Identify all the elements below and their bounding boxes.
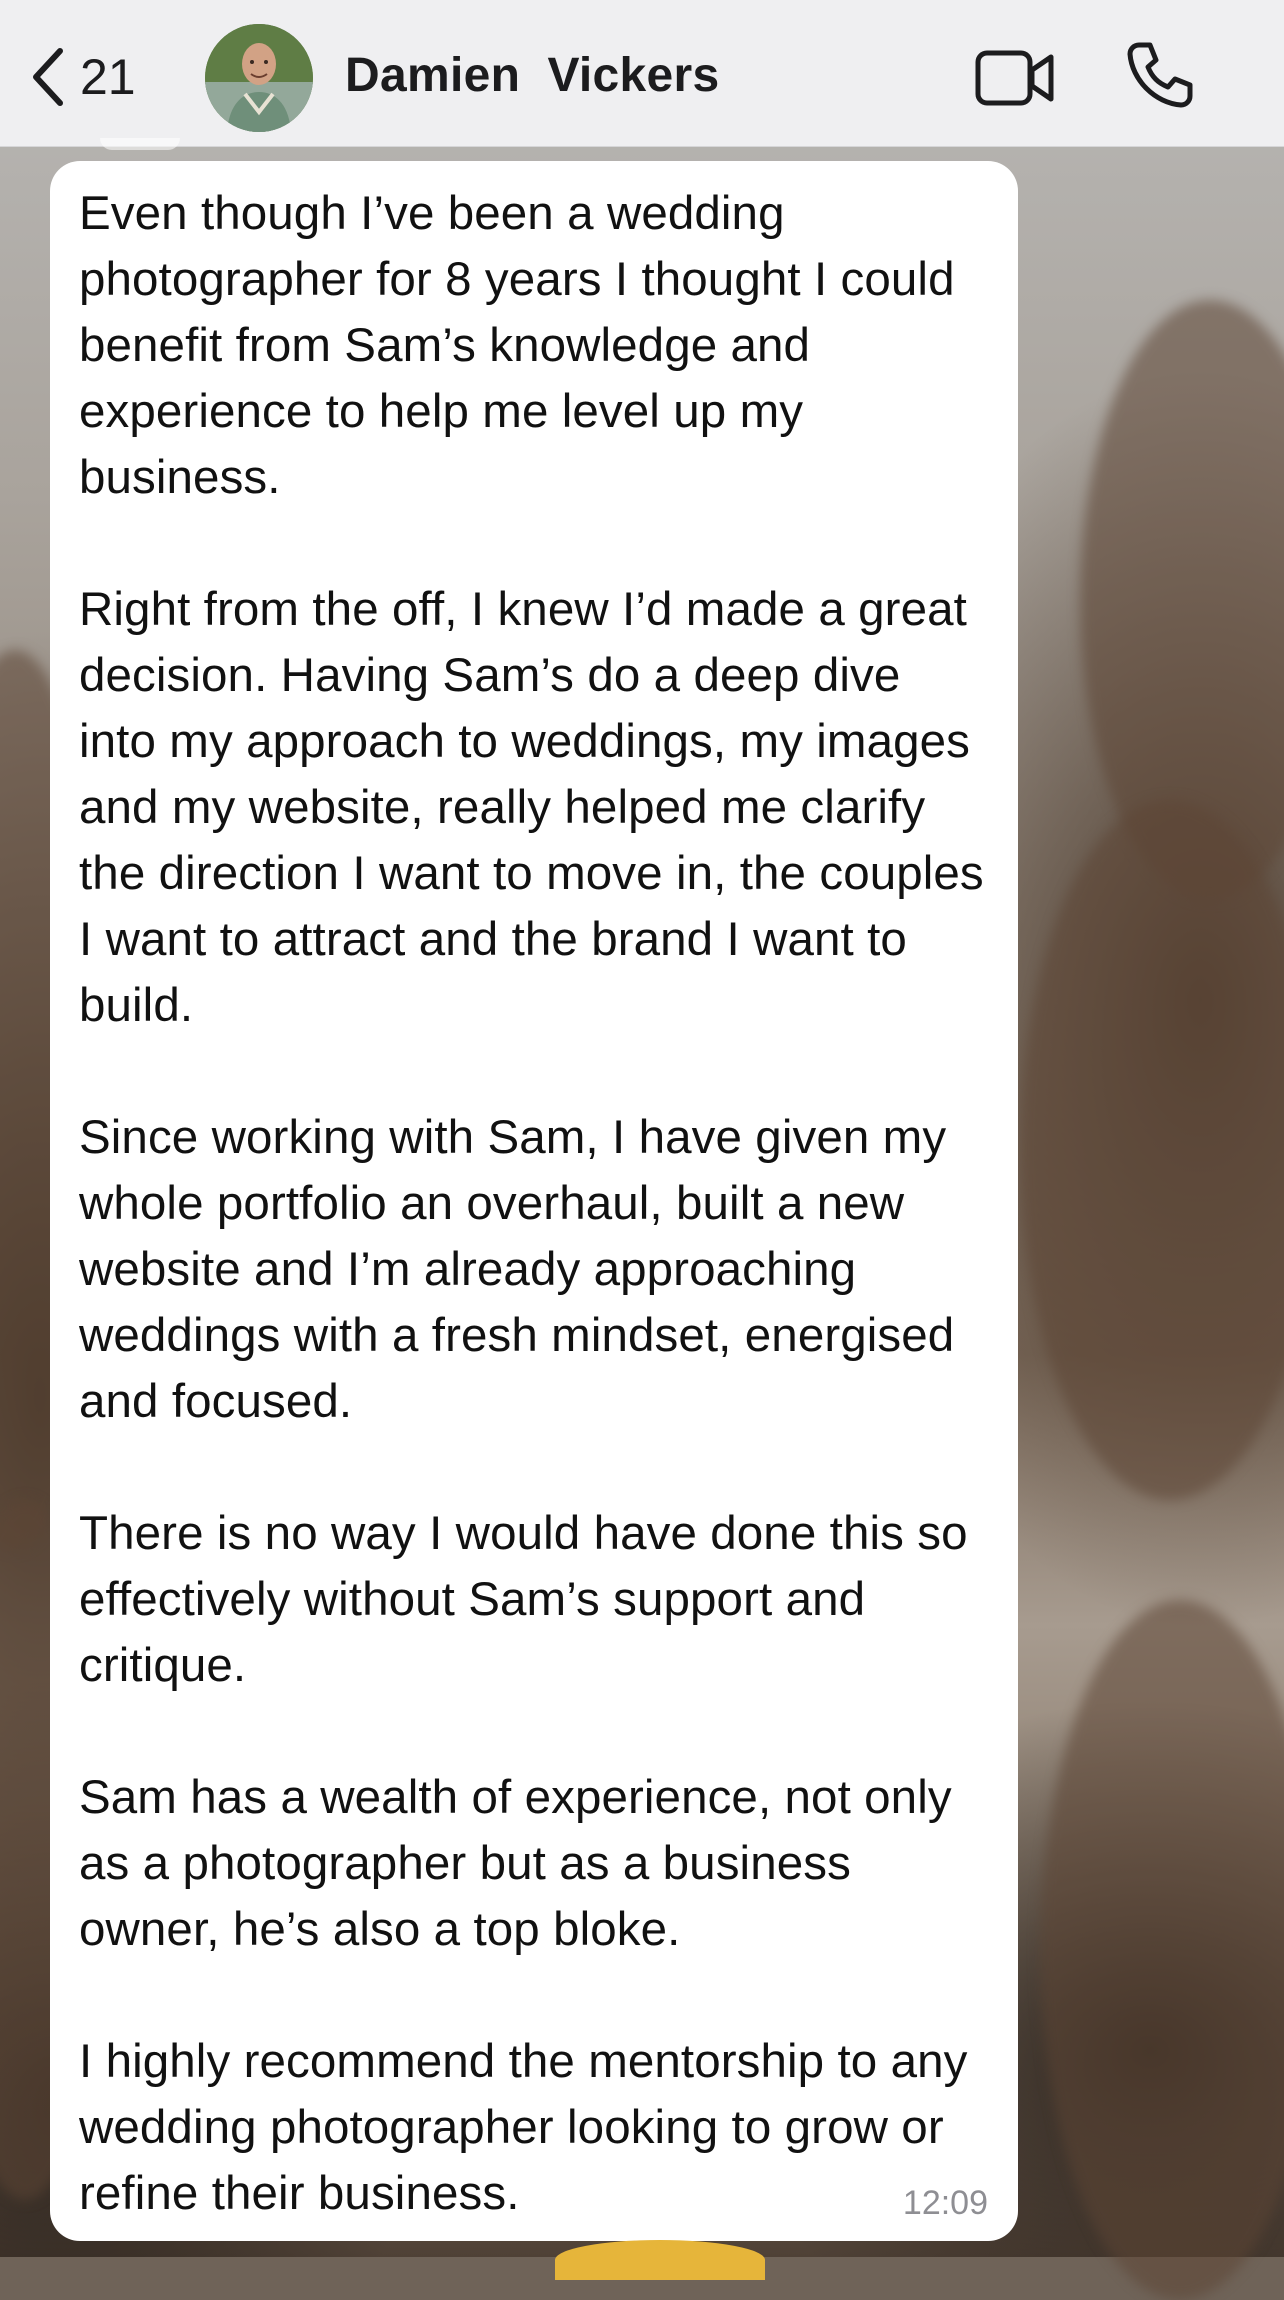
contact-name[interactable]: Damien Vickers (345, 48, 720, 103)
message-paragraph: Sam has a wealth of experience, not only… (79, 1771, 952, 1956)
video-call-button[interactable] (975, 48, 1055, 108)
previous-message-edge (100, 138, 180, 150)
video-camera-icon (975, 50, 1055, 112)
next-message-sticker-edge (555, 2240, 765, 2280)
message-paragraph: Right from the off, I knew I’d made a gr… (79, 583, 984, 1032)
avatar[interactable] (205, 24, 313, 132)
unread-count: 21 (80, 49, 136, 105)
back-button[interactable]: 21 (30, 42, 136, 112)
message-paragraph: There is no way I would have done this s… (79, 1507, 968, 1692)
chevron-left-icon (30, 47, 66, 107)
message-timestamp: 12:09 (902, 2184, 988, 2222)
phone-icon (1125, 42, 1195, 114)
message-bubble[interactable]: Even though I’ve been a wedding photogra… (50, 161, 1018, 2241)
chat-header: 21 Damien Vickers (0, 0, 1284, 147)
message-paragraph: Even though I’ve been a wedding photogra… (79, 187, 955, 504)
message-paragraph: Since working with Sam, I have given my … (79, 1111, 955, 1428)
message-paragraph: I highly recommend the mentorship to any… (79, 2035, 968, 2220)
voice-call-button[interactable] (1125, 40, 1195, 110)
